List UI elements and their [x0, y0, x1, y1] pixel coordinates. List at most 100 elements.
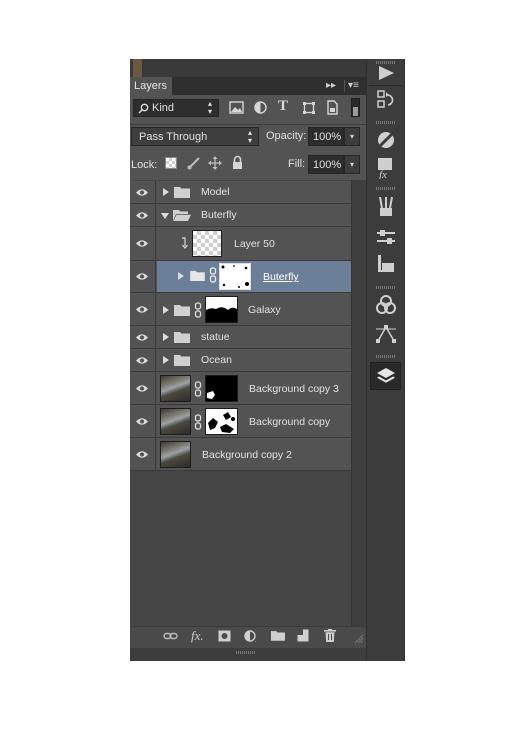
search-icon — [138, 103, 149, 114]
panel-divider — [344, 80, 345, 92]
eye-icon — [136, 189, 148, 196]
mask-thumbnail — [205, 375, 238, 402]
mask-link-icon[interactable] — [209, 267, 217, 283]
mask-link-icon[interactable] — [194, 302, 202, 318]
dock-grip[interactable] — [376, 121, 396, 124]
lock-all-icon[interactable] — [232, 155, 243, 170]
mask-thumbnail — [205, 296, 238, 323]
expand-arrow-icon[interactable] — [163, 306, 169, 314]
folder-icon — [174, 355, 190, 366]
bottom-grip[interactable] — [236, 651, 256, 654]
visibility-toggle[interactable] — [130, 349, 156, 371]
layer-row[interactable]: Ocean — [130, 349, 351, 372]
trash-icon[interactable] — [324, 629, 336, 642]
lock-image-pixels-icon[interactable] — [186, 155, 202, 171]
play-icon[interactable] — [374, 62, 398, 84]
open-folder-icon — [173, 210, 191, 221]
eye-icon — [136, 212, 148, 219]
visibility-toggle[interactable] — [130, 227, 156, 260]
fill-dropdown-button[interactable]: ▾ — [344, 155, 360, 174]
paths-icon[interactable] — [374, 323, 398, 345]
visibility-toggle[interactable] — [130, 293, 156, 325]
character-icon[interactable] — [374, 253, 398, 275]
smart-object-filter-icon[interactable] — [326, 100, 339, 115]
layer-row[interactable]: Background copy 2 — [130, 438, 351, 471]
dock-divider — [369, 85, 402, 86]
layer-row[interactable]: Background copy 3 — [130, 372, 351, 405]
opacity-input[interactable]: 100% — [308, 127, 344, 146]
lock-transparent-pixels-icon[interactable] — [165, 157, 177, 169]
adjustments-icon[interactable] — [374, 129, 398, 151]
mask-thumbnail — [219, 263, 251, 290]
eye-icon — [136, 451, 148, 458]
new-group-icon[interactable] — [271, 630, 285, 641]
eye-icon — [136, 306, 148, 313]
dock-grip[interactable] — [376, 187, 396, 190]
layers-scrollbar[interactable] — [351, 180, 366, 626]
layer-row[interactable]: Background copy — [130, 405, 351, 438]
pixel-filter-icon[interactable] — [229, 101, 244, 114]
properties-icon[interactable] — [374, 226, 398, 248]
opacity-value: 100% — [313, 131, 342, 143]
opacity-dropdown-button[interactable]: ▾ — [344, 127, 360, 146]
eye-icon — [136, 385, 148, 392]
separator — [130, 124, 366, 125]
tab-layers[interactable]: Layers — [130, 77, 172, 95]
layers-icon — [377, 368, 395, 383]
visibility-toggle[interactable] — [130, 372, 156, 404]
adjustment-filter-icon[interactable] — [254, 101, 267, 114]
link-layers-icon[interactable] — [163, 631, 178, 641]
collapse-panel-icon[interactable]: ▸▸ — [326, 77, 336, 95]
dock-grip[interactable] — [376, 286, 396, 289]
history-icon[interactable] — [374, 89, 398, 111]
expand-arrow-icon[interactable] — [163, 356, 169, 364]
layer-row[interactable]: Buterfly — [130, 261, 351, 293]
layer-name: Model — [201, 186, 230, 198]
folder-icon — [174, 332, 190, 343]
layer-row[interactable]: Model — [130, 181, 351, 204]
dock-grip[interactable] — [376, 355, 396, 358]
channels-icon[interactable] — [374, 294, 398, 316]
shape-filter-icon[interactable] — [302, 101, 316, 115]
layer-row[interactable]: Galaxy — [130, 293, 351, 326]
visibility-toggle[interactable] — [130, 405, 156, 437]
layer-row[interactable]: Layer 50 — [130, 227, 351, 261]
adjustment-layer-icon[interactable]: . — [244, 630, 258, 642]
collapse-arrow-icon[interactable] — [161, 213, 169, 219]
type-filter-icon[interactable]: T — [278, 98, 288, 115]
styles-icon[interactable]: fx — [374, 157, 398, 179]
eye-icon — [136, 334, 148, 341]
visibility-toggle[interactable] — [130, 204, 156, 226]
layer-thumbnail — [192, 230, 222, 257]
brush-presets-icon[interactable] — [374, 196, 398, 218]
visibility-toggle[interactable] — [130, 326, 156, 348]
mask-link-icon[interactable] — [194, 381, 202, 397]
blend-mode-select[interactable]: Pass Through ▴ ▾ — [131, 127, 259, 146]
layer-name: Background copy 3 — [249, 383, 339, 395]
expand-arrow-icon[interactable] — [163, 333, 169, 341]
layer-row[interactable]: Buterfly — [130, 204, 351, 227]
filter-toggle-switch[interactable] — [351, 98, 360, 117]
layer-row[interactable]: statue — [130, 326, 351, 349]
visibility-toggle[interactable] — [130, 261, 156, 292]
selected-layer-highlight: Buterfly — [157, 261, 351, 292]
folder-icon — [190, 270, 205, 281]
fill-input[interactable]: 100% — [308, 155, 344, 174]
mask-link-icon[interactable] — [194, 414, 202, 430]
visibility-toggle[interactable] — [130, 181, 156, 203]
lock-position-icon[interactable] — [208, 156, 222, 170]
chevron-updown-icon: ▴ ▾ — [248, 128, 253, 145]
add-mask-icon[interactable] — [218, 630, 231, 642]
layer-name: Background copy 2 — [202, 449, 292, 461]
panel-menu-icon[interactable]: ▾≡ — [348, 77, 359, 95]
layers-dock-button[interactable] — [370, 362, 401, 390]
mask-shape — [207, 391, 215, 399]
filter-kind-select[interactable]: Kind ▴ ▾ — [133, 99, 219, 117]
fx-icon[interactable]: fx. — [191, 628, 204, 644]
resize-grip-icon[interactable] — [354, 634, 364, 644]
new-layer-icon[interactable] — [297, 629, 309, 642]
visibility-toggle[interactable] — [130, 438, 156, 470]
expand-arrow-icon[interactable] — [163, 188, 169, 196]
expand-arrow-icon[interactable] — [178, 272, 184, 280]
eye-icon — [136, 273, 148, 280]
